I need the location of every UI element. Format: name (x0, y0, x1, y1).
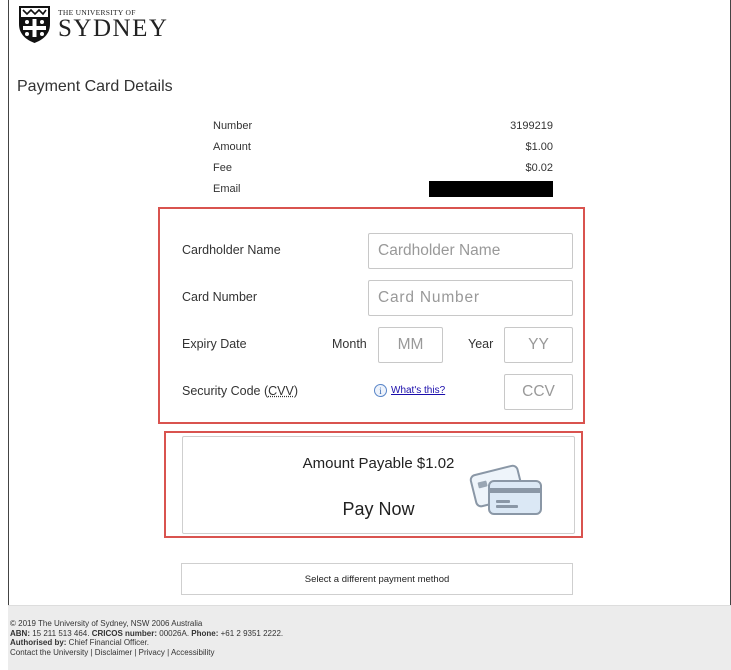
security-code-label: Security Code (CVV) (182, 384, 298, 398)
cricos-value: 00026A. (157, 628, 192, 638)
whats-this-link[interactable]: What's this? (391, 385, 445, 396)
cricos-label: CRICOS number: (91, 628, 158, 638)
detail-label: Email (213, 182, 241, 195)
university-crest-icon (19, 6, 50, 43)
detail-row-amount: Amount $1.00 (213, 136, 553, 157)
detail-value: $1.00 (525, 140, 553, 153)
card-number-label: Card Number (182, 290, 258, 304)
university-name-large: SYDNEY (58, 15, 169, 43)
footer-links[interactable]: Contact the University | Disclaimer | Pr… (10, 648, 731, 658)
abn-value: 15 211 513 464. (30, 628, 92, 638)
security-code-label-suffix: ) (293, 384, 299, 398)
expiry-date-label: Expiry Date (182, 337, 247, 351)
expiry-month-input[interactable]: MM (378, 327, 443, 363)
security-code-label-prefix: Security Code ( (182, 384, 269, 398)
detail-label: Number (213, 119, 253, 132)
select-different-payment-method-button[interactable]: Select a different payment method (181, 563, 573, 595)
card-details-form: Cardholder Name Cardholder Name Card Num… (158, 207, 585, 424)
detail-value: 3199219 (510, 119, 553, 132)
detail-label: Fee (213, 161, 232, 174)
pay-now-highlight: Amount Payable $1.02 Pay Now (164, 431, 583, 538)
whats-this-link-group[interactable]: i What's this? (374, 384, 445, 397)
footer: © 2019 The University of Sydney, NSW 200… (8, 605, 731, 670)
detail-row-email: Email (213, 178, 553, 199)
abn-label: ABN: (10, 628, 30, 638)
redacted-email (429, 180, 553, 197)
credit-cards-icon (469, 464, 542, 515)
page-title: Payment Card Details (17, 78, 173, 95)
detail-row-fee: Fee $0.02 (213, 157, 553, 178)
card-number-input[interactable]: Card Number (368, 280, 573, 316)
footer-copyright: © 2019 The University of Sydney, NSW 200… (10, 619, 203, 628)
university-logo[interactable]: THE UNIVERSITY OF SYDNEY (17, 4, 168, 44)
month-label: Month (332, 337, 367, 351)
year-label: Year (468, 337, 494, 351)
phone-label: Phone: (191, 628, 219, 638)
expiry-year-input[interactable]: YY (504, 327, 573, 363)
footer-authorised-line: Authorised by: Chief Financial Officer. (10, 638, 731, 648)
payment-details: Number 3199219 Amount $1.00 Fee $0.02 Em… (213, 115, 553, 199)
footer-abn-line: ABN: 15 211 513 464. CRICOS number: 0002… (10, 629, 731, 639)
detail-value: $0.02 (525, 161, 553, 174)
pay-now-button[interactable]: Amount Payable $1.02 Pay Now (182, 436, 575, 534)
info-icon: i (374, 384, 387, 397)
phone-value: +61 2 9351 2222. (218, 628, 284, 638)
security-code-input[interactable]: CCV (504, 374, 573, 410)
detail-row-number: Number 3199219 (213, 115, 553, 136)
detail-label: Amount (213, 140, 251, 153)
cvv-abbreviation: CVV (268, 384, 294, 398)
authorised-value: Chief Financial Officer. (66, 638, 150, 647)
cardholder-name-label: Cardholder Name (182, 243, 281, 257)
authorised-label: Authorised by: (10, 638, 67, 647)
cardholder-name-input[interactable]: Cardholder Name (368, 233, 573, 269)
